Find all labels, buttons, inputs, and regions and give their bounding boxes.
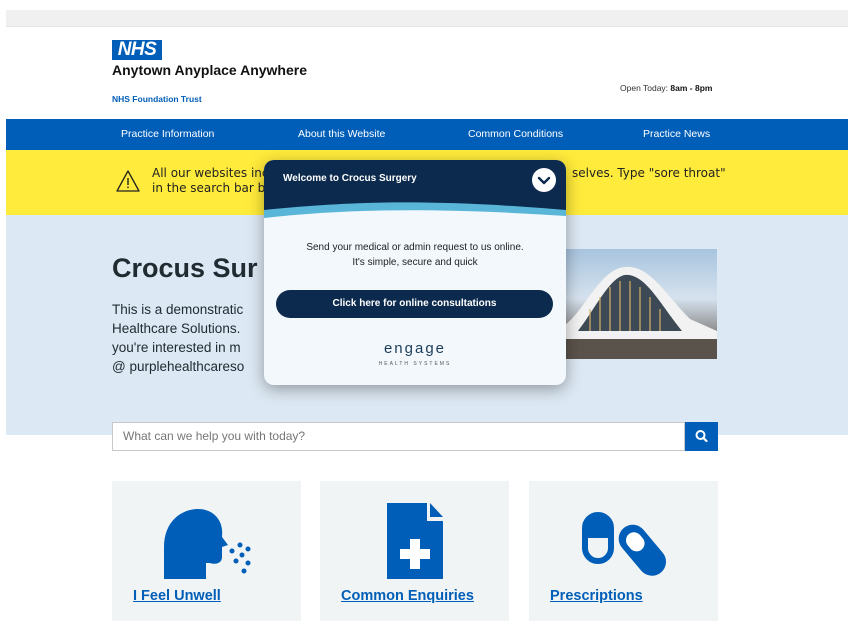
nav-common-conditions[interactable]: Common Conditions (468, 119, 563, 150)
browser-top-strip (6, 10, 848, 27)
popup-message-line-2: It's simple, secure and quick (352, 257, 478, 268)
search-icon (695, 430, 708, 443)
warning-icon (116, 170, 140, 192)
hero-description: This is a demonstratic Healthcare Soluti… (112, 300, 244, 376)
hero-line-1: This is a demonstratic (112, 302, 244, 317)
nav-practice-information[interactable]: Practice Information (121, 119, 214, 150)
welcome-popup: Welcome to Crocus Surgery Send your medi… (264, 160, 566, 385)
popup-collapse-button[interactable] (532, 168, 556, 192)
popup-header-bg (264, 160, 566, 222)
sick-person-icon (164, 509, 251, 579)
nav-about-website[interactable]: About this Website (298, 119, 385, 150)
online-consultations-button[interactable]: Click here for online consultations (276, 290, 553, 318)
popup-message-line-1: Send your medical or admin request to us… (306, 242, 524, 253)
hero-title: Crocus Sur (112, 253, 258, 283)
search-button[interactable] (685, 422, 718, 451)
site-header: NHS Anytown Anyplace Anywhere NHS Founda… (0, 27, 848, 119)
open-today-hours: 8am - 8pm (670, 83, 713, 93)
search-bar: What can we help you with today? (112, 422, 718, 451)
nav-practice-news[interactable]: Practice News (643, 119, 710, 150)
opening-hours: Open Today: 8am - 8pm (620, 83, 712, 93)
card-prescriptions[interactable]: Prescriptions (529, 481, 718, 621)
open-today-label: Open Today: (620, 83, 669, 93)
engage-logo-subtext: HEALTH SYSTEMS (378, 361, 452, 367)
popup-title: Welcome to Crocus Surgery (283, 173, 417, 184)
pills-icon (582, 512, 666, 576)
alert-line-right: selves. Type "sore throat" (572, 166, 726, 180)
org-name[interactable]: Anytown Anyplace Anywhere (112, 63, 312, 77)
hero-line-3: you're interested in m (112, 340, 241, 355)
hero-line-2: Healthcare Solutions. (112, 321, 241, 336)
building-illustration (550, 266, 717, 359)
search-input[interactable]: What can we help you with today? (112, 422, 685, 451)
main-nav: Practice Information About this Website … (6, 119, 848, 150)
card-link-i-feel-unwell[interactable]: I Feel Unwell (133, 588, 221, 604)
chevron-down-icon (537, 176, 551, 185)
card-i-feel-unwell[interactable]: I Feel Unwell (112, 481, 301, 621)
document-plus-icon (387, 503, 443, 579)
card-link-common-enquiries[interactable]: Common Enquiries (341, 588, 474, 604)
engage-logo-text: engage (383, 340, 447, 357)
org-subtitle: NHS Foundation Trust (112, 94, 202, 104)
card-common-enquiries[interactable]: Common Enquiries (320, 481, 509, 621)
hero-line-4: @ purplehealthcareso (112, 359, 245, 374)
card-link-prescriptions[interactable]: Prescriptions (550, 588, 643, 604)
hero-building-image (550, 249, 717, 359)
popup-message: Send your medical or admin request to us… (264, 240, 566, 270)
nhs-logo[interactable]: NHS (112, 40, 162, 60)
